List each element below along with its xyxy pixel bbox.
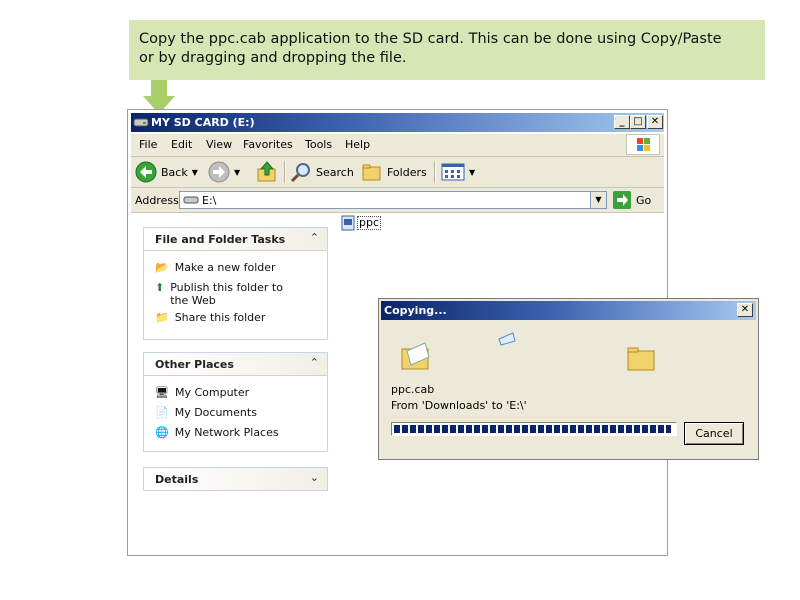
- menu-edit[interactable]: Edit: [171, 138, 192, 151]
- panel-title: Details: [155, 473, 199, 486]
- collapse-chevron-icon[interactable]: ⌃: [310, 231, 319, 244]
- back-arrow-icon: [135, 161, 157, 183]
- expand-chevron-icon[interactable]: ⌄: [310, 471, 319, 484]
- panel-title: File and Folder Tasks: [155, 233, 286, 246]
- flying-paper-icon: [498, 332, 516, 346]
- copying-dialog: Copying... ✕ ppc.cab From 'Downloads' to…: [378, 298, 759, 460]
- instruction-line-1: Copy the ppc.cab application to the SD c…: [139, 31, 722, 47]
- forward-button[interactable]: ▼: [208, 160, 240, 184]
- publish-web-icon: ⬆: [155, 281, 165, 294]
- share-folder-link[interactable]: 📁 Share this folder: [155, 311, 305, 324]
- back-button[interactable]: Back ▼: [135, 160, 198, 184]
- share-folder-icon: 📁: [155, 311, 169, 324]
- folders-button[interactable]: Folders: [361, 160, 427, 184]
- views-icon: [441, 163, 465, 181]
- back-label: Back: [161, 165, 188, 179]
- dialog-title: Copying...: [384, 304, 447, 317]
- file-folder-tasks-header[interactable]: File and Folder Tasks ⌃: [144, 228, 327, 251]
- instruction-callout: Copy the ppc.cab application to the SD c…: [129, 20, 765, 80]
- details-header[interactable]: Details ⌄: [144, 468, 327, 490]
- place-label: My Computer: [174, 386, 250, 399]
- destination-folder-icon: [627, 347, 655, 371]
- views-button[interactable]: ▼: [441, 160, 475, 184]
- go-label: Go: [636, 193, 652, 207]
- collapse-chevron-icon[interactable]: ⌃: [310, 356, 319, 369]
- other-places-header[interactable]: Other Places ⌃: [144, 353, 327, 376]
- forward-arrow-icon: [208, 161, 230, 183]
- file-folder-tasks-panel: File and Folder Tasks ⌃ 📂 Make a new fol…: [143, 227, 328, 340]
- file-name: ppc: [357, 216, 382, 230]
- address-bar: Address E:\ ▼ Go: [131, 188, 664, 213]
- folders-label: Folders: [387, 165, 427, 179]
- menu-view[interactable]: View: [206, 138, 232, 151]
- place-label: My Network Places: [174, 426, 279, 439]
- views-dropdown-icon[interactable]: ▼: [469, 168, 475, 177]
- place-label: My Documents: [174, 406, 257, 419]
- dialog-titlebar[interactable]: Copying... ✕: [381, 301, 756, 320]
- window-title: MY SD CARD (E:): [151, 116, 255, 129]
- minimize-button[interactable]: _: [614, 115, 630, 129]
- task-pane: File and Folder Tasks ⌃ 📂 Make a new fol…: [131, 213, 341, 551]
- menu-bar: File Edit View Favorites Tools Help: [131, 134, 664, 157]
- menu-favorites[interactable]: Favorites: [243, 138, 293, 151]
- address-label: Address: [135, 194, 179, 207]
- address-value: E:\: [202, 194, 217, 207]
- my-computer-link[interactable]: 🖥 My Computer: [155, 386, 305, 399]
- documents-icon: 📄: [155, 406, 169, 419]
- cab-file-icon: [341, 215, 355, 231]
- drive-icon: [133, 118, 149, 127]
- search-label: Search: [316, 165, 354, 179]
- address-input[interactable]: E:\ ▼: [179, 191, 607, 209]
- progress-fill: [394, 425, 671, 433]
- close-button[interactable]: ✕: [647, 115, 663, 129]
- computer-icon: 🖥: [155, 386, 169, 399]
- new-folder-icon: 📂: [155, 261, 169, 274]
- go-button[interactable]: Go: [613, 191, 651, 209]
- menu-file[interactable]: File: [139, 138, 157, 151]
- my-network-places-link[interactable]: 🌐 My Network Places: [155, 426, 305, 439]
- other-places-panel: Other Places ⌃ 🖥 My Computer 📄 My Docume…: [143, 352, 328, 452]
- address-dropdown-icon[interactable]: ▼: [590, 192, 606, 208]
- cancel-button[interactable]: Cancel: [684, 422, 744, 445]
- up-folder-icon: [257, 161, 276, 182]
- menu-tools[interactable]: Tools: [305, 138, 332, 151]
- drive-icon: [183, 196, 199, 204]
- network-icon: 🌐: [155, 426, 169, 439]
- task-label: Make a new folder: [174, 261, 276, 274]
- details-panel: Details ⌄: [143, 467, 328, 491]
- windows-logo-icon: [626, 134, 660, 155]
- search-button[interactable]: Search: [290, 160, 354, 184]
- file-ppc[interactable]: ppc: [341, 215, 382, 231]
- publish-folder-link[interactable]: ⬆ Publish this folder to the Web: [155, 281, 300, 307]
- go-arrow-icon: [613, 191, 631, 209]
- explorer-titlebar[interactable]: MY SD CARD (E:) _ □ ✕: [131, 113, 664, 132]
- source-folder-icon: [401, 342, 430, 370]
- back-dropdown-icon[interactable]: ▼: [192, 168, 198, 177]
- task-label: Share this folder: [174, 311, 266, 324]
- my-documents-link[interactable]: 📄 My Documents: [155, 406, 305, 419]
- copy-from-to: From 'Downloads' to 'E:\': [391, 399, 527, 412]
- folders-icon: [362, 164, 381, 181]
- search-icon: [290, 163, 310, 183]
- maximize-button[interactable]: □: [630, 115, 646, 129]
- toolbar: Back ▼ ▼ Search Folders ▼: [131, 157, 664, 188]
- panel-title: Other Places: [155, 358, 234, 371]
- toolbar-separator: [434, 161, 436, 183]
- forward-dropdown-icon[interactable]: ▼: [234, 168, 240, 177]
- dialog-close-button[interactable]: ✕: [737, 303, 753, 317]
- up-folder-button[interactable]: [256, 160, 278, 184]
- toolbar-separator: [284, 161, 286, 183]
- copy-progress-bar: [391, 422, 677, 436]
- task-label: Publish this folder to the Web: [170, 281, 283, 307]
- make-new-folder-link[interactable]: 📂 Make a new folder: [155, 261, 305, 274]
- instruction-line-2: or by dragging and dropping the file.: [139, 50, 407, 66]
- menu-help[interactable]: Help: [345, 138, 370, 151]
- copy-filename: ppc.cab: [391, 383, 435, 396]
